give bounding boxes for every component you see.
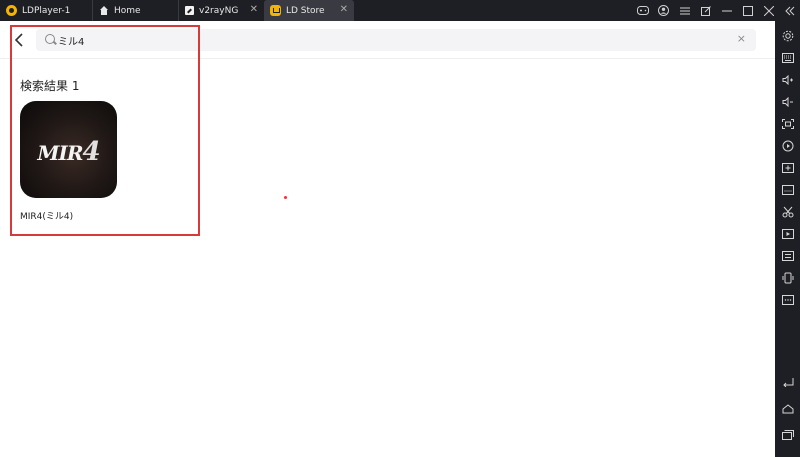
results-title: 検索結果 1	[20, 79, 80, 93]
maximize-icon[interactable]	[737, 0, 758, 21]
search-bar: ×	[0, 21, 775, 59]
fps-icon[interactable]	[779, 181, 796, 198]
cursor-dot	[284, 196, 287, 199]
tab-close-icon[interactable]: ✕	[340, 4, 348, 15]
mir4-app-icon[interactable]: MIR4	[20, 101, 117, 198]
add-apk-icon[interactable]	[779, 159, 796, 176]
record-icon[interactable]	[779, 137, 796, 154]
volume-down-icon[interactable]	[779, 93, 796, 110]
external-icon[interactable]	[695, 0, 716, 21]
title-bar: LDPlayer-1 Home v2rayNG ✕ LD Store ✕	[0, 0, 800, 21]
tab-v2rayng-label: v2rayNG	[199, 5, 239, 16]
search-box[interactable]: ×	[36, 29, 756, 51]
keyboard-icon[interactable]	[779, 49, 796, 66]
app-title: LDPlayer-1	[22, 5, 71, 16]
sync-icon[interactable]	[779, 247, 796, 264]
mir4-logo-number: 4	[82, 137, 101, 167]
search-input[interactable]	[58, 32, 718, 48]
more-icon[interactable]	[779, 291, 796, 308]
screen-fit-icon[interactable]	[779, 115, 796, 132]
home-nav-icon[interactable]	[779, 400, 796, 417]
home-icon	[99, 5, 109, 16]
close-icon[interactable]	[758, 0, 779, 21]
v2rayng-icon	[185, 6, 194, 15]
tab-home-label: Home	[114, 5, 141, 16]
rotate-icon[interactable]	[779, 269, 796, 286]
recent-apps-icon[interactable]	[779, 426, 796, 443]
clear-search-button[interactable]: ×	[737, 32, 746, 45]
store-content: × 検索結果 1 MIR4 MIR4(ミル4)	[0, 21, 775, 457]
video-icon[interactable]	[779, 225, 796, 242]
search-icon	[45, 34, 55, 44]
gamepad-icon[interactable]	[632, 0, 653, 21]
account-icon[interactable]	[653, 0, 674, 21]
tab-ld-store-label: LD Store	[286, 5, 325, 16]
window-controls	[632, 0, 800, 21]
app-name[interactable]: MIR4(ミル4)	[20, 209, 73, 222]
tab-home[interactable]: Home	[92, 0, 178, 21]
scissors-icon[interactable]	[779, 203, 796, 220]
ld-store-icon	[270, 5, 281, 16]
app-result-card[interactable]: MIR4 MIR4(ミル4)	[20, 101, 120, 223]
tab-ld-store[interactable]: LD Store ✕	[264, 0, 354, 21]
minimize-icon[interactable]	[716, 0, 737, 21]
ldplayer-logo-icon	[6, 5, 17, 16]
back-nav-icon[interactable]	[779, 373, 796, 390]
tab-v2rayng[interactable]: v2rayNG ✕	[178, 0, 264, 21]
volume-up-icon[interactable]	[779, 71, 796, 88]
mir4-logo-text: MIR	[37, 141, 83, 165]
back-button[interactable]	[14, 31, 32, 49]
collapse-icon[interactable]	[779, 0, 800, 21]
tab-close-icon[interactable]: ✕	[250, 4, 258, 15]
mir4-logo: MIR4	[20, 137, 117, 167]
settings-icon[interactable]	[779, 27, 796, 44]
app-title-tab[interactable]: LDPlayer-1	[0, 0, 92, 21]
menu-icon[interactable]	[674, 0, 695, 21]
right-toolbar	[775, 21, 800, 457]
